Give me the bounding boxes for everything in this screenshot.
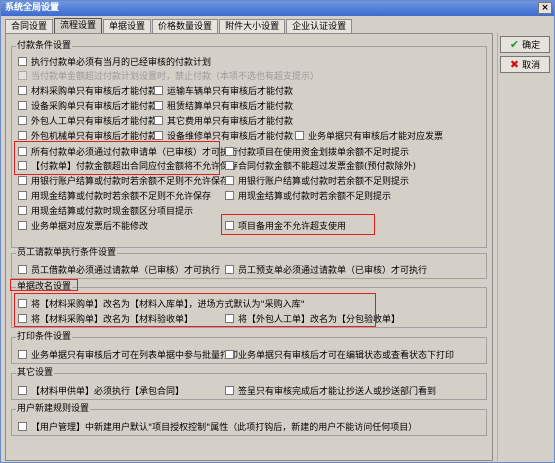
- checkbox-box[interactable]: [225, 313, 234, 323]
- checkbox-outsourced-machinery[interactable]: 外包机械单只有审核后才能付款: [18, 129, 157, 142]
- checkbox-box[interactable]: [18, 100, 27, 110]
- checkbox-rename-material-inbound[interactable]: 将【材料采购单】改名为【材料入库单】，进场方式默认为"采购入库": [18, 297, 305, 310]
- tab-attachment-size[interactable]: 附件大小设置: [219, 19, 286, 34]
- cross-icon: ✖: [509, 58, 520, 71]
- group-title-other: 其它设置: [16, 368, 55, 379]
- settings-window: 系统全局设置 × 合同设置 流程设置 单据设置 价格数量设置 附件大小设置 企业…: [0, 0, 555, 463]
- tab-bar: 合同设置 流程设置 单据设置 价格数量设置 附件大小设置 企业认证设置: [5, 18, 353, 34]
- checkbox-print-after-audit[interactable]: 业务单据只有审核后才可在编辑状态或查看状态下打印: [225, 348, 454, 361]
- checkbox-cash-insufficient-block[interactable]: 用现金结算或付款时若余额不足则不允许保存: [18, 189, 211, 202]
- checkbox-box: [18, 70, 27, 80]
- checkbox-box[interactable]: [225, 175, 234, 185]
- checkmark-icon: ✔: [509, 38, 520, 51]
- checkbox-supplied-material-contract[interactable]: 【材料甲供单】必须执行【承包合同】: [18, 384, 184, 397]
- checkbox-box[interactable]: [18, 115, 27, 125]
- checkbox-box[interactable]: [154, 100, 163, 110]
- checkbox-cash-insufficient-warn[interactable]: 用现金结算或付款时若余额不足则提示: [225, 189, 391, 202]
- checkbox-box[interactable]: [225, 385, 234, 395]
- checkbox-rename-material-acceptance[interactable]: 将【材料采购单】改名为【材料验收单】: [18, 312, 193, 325]
- group-title-payment: 付款条件设置: [16, 41, 73, 52]
- ok-button[interactable]: ✔ 确定: [500, 36, 550, 53]
- checkbox-box[interactable]: [225, 220, 234, 230]
- checkbox-payment-request-required[interactable]: 所有付款单必须通过付款申请单（已审核）才可执行: [18, 145, 238, 158]
- checkbox-box[interactable]: [154, 115, 163, 125]
- checkbox-box[interactable]: [18, 264, 27, 274]
- tab-enterprise-cert[interactable]: 企业认证设置: [286, 19, 353, 34]
- checkbox-transport-vehicle[interactable]: 运输车辆单只有审核后才能付款: [154, 84, 293, 97]
- checkbox-box[interactable]: [154, 130, 163, 140]
- checkbox-box[interactable]: [18, 220, 27, 230]
- tab-contract[interactable]: 合同设置: [5, 19, 54, 34]
- checkbox-cash-by-project[interactable]: 用现金结算或付款时现金额区分项目提示: [18, 204, 193, 217]
- checkbox-box[interactable]: [18, 160, 27, 170]
- checkbox-box[interactable]: [225, 349, 234, 359]
- tab-price-quantity[interactable]: 价格数量设置: [152, 19, 219, 34]
- checkbox-box[interactable]: [18, 85, 27, 95]
- checkbox-box[interactable]: [18, 385, 27, 395]
- checkbox-bank-insufficient-warn[interactable]: 用银行账户结算或付款时若余额不足则提示: [225, 174, 409, 187]
- checkbox-box[interactable]: [18, 130, 27, 140]
- group-payment: 付款条件设置 执行付款单必须有当月的已经审核的付款计划 当付款单金额超过付款计划…: [11, 41, 487, 248]
- checkbox-box[interactable]: [225, 160, 234, 170]
- checkbox-contract-vs-invoice[interactable]: 合同付款金额不能超过发票金额(预付款除外): [225, 159, 416, 172]
- checkbox-box[interactable]: [18, 175, 27, 185]
- group-employee: 员工请款单执行条件设置 员工借款单必须通过请款单（已审核）才可执行 员工预支单必…: [11, 248, 487, 279]
- checkbox-box[interactable]: [225, 264, 234, 274]
- checkbox-invoice-lock[interactable]: 业务单据对应发票后不能修改: [18, 219, 148, 232]
- checkbox-box[interactable]: [225, 146, 234, 156]
- checkbox-box[interactable]: [18, 205, 27, 215]
- workflow-panel: 付款条件设置 执行付款单必须有当月的已经审核的付款计划 当付款单金额超过付款计划…: [5, 33, 493, 461]
- checkbox-memo-cc-after-audit[interactable]: 签呈只有审核完成后才能让抄送人或抄送部门看到: [225, 384, 436, 397]
- checkbox-box[interactable]: [18, 56, 27, 66]
- checkbox-box[interactable]: [18, 298, 27, 308]
- checkbox-box[interactable]: [18, 313, 27, 323]
- checkbox-batch-print-after-audit[interactable]: 业务单据只有审核后才可在列表单据中参与批量打印: [18, 348, 238, 361]
- checkbox-fund-allocation-warning[interactable]: 付款项目在使用资金划拨单余额不足时提示: [225, 145, 409, 158]
- checkbox-new-user-project-auth[interactable]: 【用户管理】中新建用户默认"项目授权控制"属性（此项打钩后，新建的用户不能访问任…: [18, 420, 417, 433]
- separator: [497, 33, 498, 461]
- group-newuser: 用户新建规则设置 【用户管理】中新建用户默认"项目授权控制"属性（此项打钩后，新…: [11, 404, 487, 436]
- close-icon[interactable]: ×: [538, 2, 552, 14]
- checkbox-invoice-after-audit[interactable]: 业务单据只有审核后才能对应发票: [295, 129, 443, 142]
- checkbox-box[interactable]: [18, 349, 27, 359]
- group-title-employee: 员工请款单执行条件设置: [16, 248, 118, 259]
- checkbox-outsourced-labor[interactable]: 外包人工单只有审核后才能付款: [18, 114, 157, 127]
- group-title-print: 打印条件设置: [16, 332, 73, 343]
- group-rename: 单据改名设置 将【材料采购单】改名为【材料入库单】，进场方式默认为"采购入库" …: [10, 279, 487, 328]
- checkbox-material-purchase[interactable]: 材料采购单只有审核后才能付款: [18, 84, 157, 97]
- checkbox-employee-loan[interactable]: 员工借款单必须通过请款单（已审核）才可执行: [18, 263, 220, 276]
- tab-workflow[interactable]: 流程设置: [54, 18, 103, 34]
- checkbox-over-plan-forbid: 当付款单金额超过付款计划设置时，禁止付款（本项不选也有超支提示）: [18, 69, 319, 82]
- checkbox-bank-insufficient-block[interactable]: 用银行账户结算或付款时若余额不足则不允许保存: [18, 174, 229, 187]
- group-other: 其它设置 【材料甲供单】必须执行【承包合同】 签呈只有审核完成后才能让抄送人或抄…: [11, 368, 487, 400]
- checkbox-box[interactable]: [18, 421, 27, 431]
- group-title-rename: 单据改名设置: [16, 282, 73, 293]
- checkbox-payment-exceeds-contract[interactable]: 【付款单】付款金额超出合同应付金额将不允许保存: [18, 159, 238, 172]
- group-title-newuser: 用户新建规则设置: [16, 404, 91, 415]
- checkbox-box[interactable]: [225, 190, 234, 200]
- checkbox-equipment-repair[interactable]: 设备维修单只有审核后才能付款: [154, 129, 293, 142]
- checkbox-box[interactable]: [18, 190, 27, 200]
- checkbox-box[interactable]: [295, 130, 304, 140]
- group-print: 打印条件设置 业务单据只有审核后才可在列表单据中参与批量打印 业务单据只有审核后…: [11, 332, 487, 364]
- checkbox-lease-settlement[interactable]: 租赁结算单只有审核后才能付款: [154, 99, 293, 112]
- checkbox-rename-subcontract-acceptance[interactable]: 将【外包人工单】改名为【分包验收单】: [225, 312, 400, 325]
- checkbox-petty-cash-no-overspend[interactable]: 项目备用金不允许超支使用: [225, 219, 346, 232]
- cancel-button[interactable]: ✖ 取消: [500, 56, 550, 73]
- checkbox-box[interactable]: [154, 85, 163, 95]
- title-bar: 系统全局设置 ×: [1, 1, 554, 16]
- checkbox-box[interactable]: [18, 146, 27, 156]
- window-title: 系统全局设置: [5, 3, 60, 13]
- tab-documents[interactable]: 单据设置: [103, 19, 152, 34]
- checkbox-payment-plan-required[interactable]: 执行付款单必须有当月的已经审核的付款计划: [18, 55, 211, 68]
- checkbox-other-expense[interactable]: 其它费用单只有审核后才能付款: [154, 114, 293, 127]
- checkbox-equipment-purchase[interactable]: 设备采购单只有审核后才能付款: [18, 99, 157, 112]
- checkbox-employee-advance[interactable]: 员工预支单必须通过请款单（已审核）才可执行: [225, 263, 427, 276]
